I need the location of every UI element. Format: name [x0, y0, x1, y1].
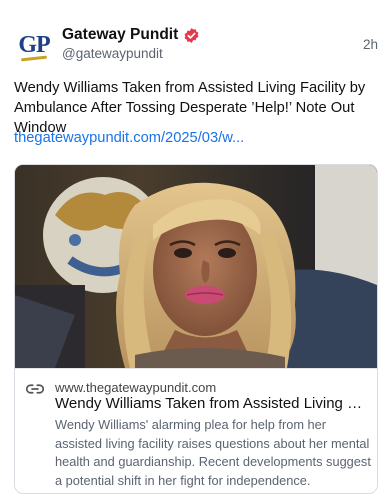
social-post: GP Gateway Pundit @gatewaypundit 2h Wend… [0, 0, 392, 500]
author-name[interactable]: Gateway Pundit [62, 26, 200, 44]
post-timestamp[interactable]: 2h [363, 37, 378, 52]
card-domain: www.thegatewaypundit.com [55, 380, 217, 395]
verified-badge-icon [184, 27, 199, 43]
author-avatar[interactable]: GP [14, 26, 54, 66]
author-name-text: Gateway Pundit [62, 26, 179, 43]
link-preview-card[interactable]: www.thegatewaypundit.com Wendy Williams … [14, 164, 378, 494]
card-description: Wendy Williams' alarming plea for help f… [55, 417, 371, 488]
gateway-pundit-logo: GP [18, 32, 51, 62]
link-icon [26, 384, 44, 394]
preview-photo [15, 165, 377, 368]
author-handle[interactable]: @gatewaypundit [62, 46, 163, 61]
link-preview-meta: www.thegatewaypundit.com Wendy Williams … [15, 368, 377, 493]
preview-image [15, 165, 377, 368]
post-link[interactable]: thegatewaypundit.com/2025/03/w... [14, 130, 244, 146]
card-title[interactable]: Wendy Williams Taken from Assisted Livin… [55, 395, 365, 412]
post-text: Wendy Williams Taken from Assisted Livin… [14, 80, 366, 136]
